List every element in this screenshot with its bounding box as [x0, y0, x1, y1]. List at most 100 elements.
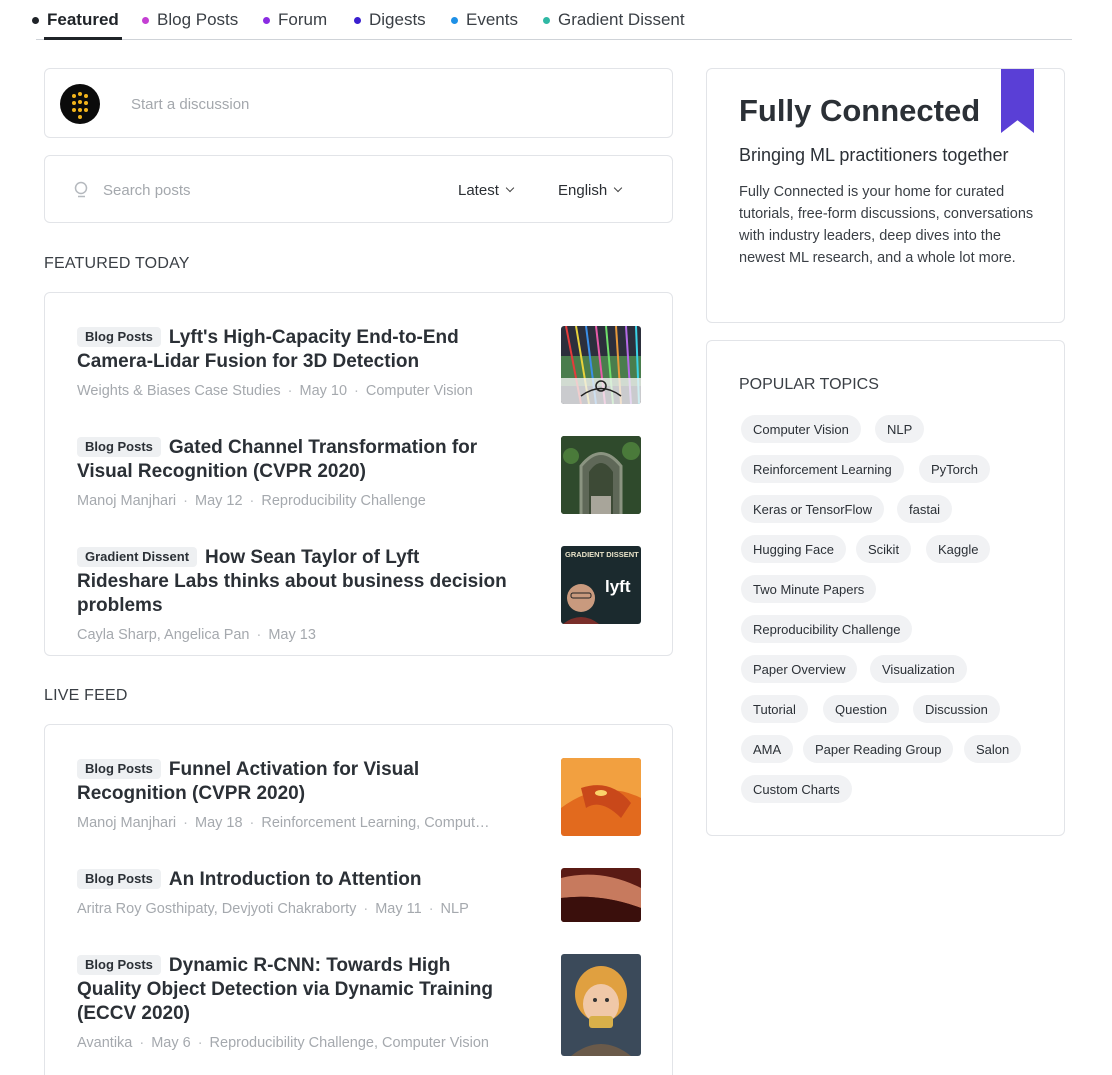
tab-forum[interactable]: Forum	[263, 0, 327, 40]
post-author[interactable]: Manoj Manjhari	[77, 493, 176, 509]
bookmark-ribbon-icon	[1001, 69, 1034, 133]
post-author[interactable]: Aritra Roy Gosthipaty, Devjyoti Chakrabo…	[77, 901, 356, 917]
topic-chip[interactable]: Kaggle	[926, 535, 991, 563]
post-title: Blog Posts Lyft's High-Capacity End-to-En…	[77, 326, 507, 374]
popular-topics-heading: POPULAR TOPICS	[739, 376, 879, 393]
list-item: Blog Posts Lyft's High-Capacity End-to-En…	[77, 326, 641, 404]
category-badge[interactable]: Blog Posts	[77, 327, 161, 347]
category-badge[interactable]: Blog Posts	[77, 759, 161, 779]
post-meta: Manoj Manjhari · May 12 · Reproducibility Ch…	[77, 493, 426, 509]
post-title: Blog Posts Funnel Activation for Visual R…	[77, 758, 507, 806]
category-badge[interactable]: Blog Posts	[77, 955, 161, 975]
list-item: Blog Posts Gated Channel Transformation f…	[77, 436, 641, 514]
post-topic[interactable]: Reproducibility Challenge	[261, 493, 425, 509]
tab-dot-icon	[543, 16, 550, 24]
topic-chip[interactable]: AMA	[741, 735, 794, 763]
tab-label: Blog Posts	[157, 10, 239, 29]
post-topic[interactable]: Reinforcement Learning, Comput…	[261, 815, 489, 831]
featured-today-heading: FEATURED TODAY	[44, 255, 190, 272]
post-topic[interactable]: Reproducibility Challenge, Computer Visi…	[210, 1035, 489, 1051]
tab-dot-icon	[451, 16, 458, 24]
post-title: Blog Posts Dynamic R-CNN: Towards High Qu…	[77, 954, 507, 1026]
avatar[interactable]	[60, 84, 100, 124]
post-thumbnail-image[interactable]: GRADIENT DISSENT lyft	[561, 546, 641, 624]
post-meta: Cayla Sharp, Angelica Pan · May 13	[77, 627, 316, 643]
topic-chip[interactable]: Tutorial	[741, 695, 808, 723]
topic-chip[interactable]: Keras or TensorFlow	[741, 495, 884, 523]
tab-label: Events	[466, 10, 518, 29]
post-thumbnail-image[interactable]	[561, 436, 641, 514]
post-thumbnail-image[interactable]	[561, 758, 641, 836]
topic-chip[interactable]: Computer Vision	[741, 415, 861, 443]
search-card: Latest English	[44, 155, 673, 223]
post-author[interactable]: Manoj Manjhari	[77, 815, 176, 831]
post-date: May 10	[299, 383, 348, 399]
tab-dot-icon	[354, 16, 361, 24]
post-date: May 18	[194, 815, 243, 831]
post-title: Gradient Dissent How Sean Taylor of Lyft …	[77, 546, 507, 618]
post-topic[interactable]: NLP	[441, 901, 469, 917]
tab-dot-icon	[142, 16, 149, 24]
language-dropdown[interactable]: English	[558, 178, 623, 202]
topic-chip[interactable]: Question	[823, 695, 900, 723]
post-title: Blog Posts An Introduction to Attention	[77, 868, 507, 892]
tab-label: Featured	[47, 10, 119, 29]
category-badge[interactable]: Blog Posts	[77, 869, 161, 889]
post-topic[interactable]: Computer Vision	[366, 383, 473, 399]
tab-gradient-dissent[interactable]: Gradient Dissent	[543, 0, 685, 40]
featured-today-card: Blog Posts Lyft's High-Capacity End-to-En…	[44, 292, 673, 656]
page-subtitle: Bringing ML practitioners together	[739, 145, 1009, 165]
list-item: Blog Posts An Introduction to Attention A…	[77, 868, 641, 922]
tab-featured[interactable]: Featured	[32, 0, 119, 40]
topic-chip[interactable]: Visualization	[870, 655, 967, 683]
chevron-down-icon	[613, 183, 623, 193]
post-title-link[interactable]: An Introduction to Attention	[169, 869, 422, 890]
tab-dot-icon	[32, 16, 39, 24]
post-author[interactable]: Weights & Biases Case Studies	[77, 383, 281, 399]
tab-label: Digests	[369, 10, 426, 29]
start-discussion-card	[44, 68, 673, 138]
topic-chip[interactable]: Scikit	[856, 535, 912, 563]
start-discussion-input[interactable]	[131, 87, 631, 121]
sort-dropdown[interactable]: Latest	[458, 178, 515, 202]
tab-label: Gradient Dissent	[558, 10, 685, 29]
category-tabs: Featured Blog Posts Forum Digests Events…	[32, 0, 1072, 40]
list-item: Gradient Dissent How Sean Taylor of Lyft …	[77, 546, 641, 645]
popular-topics-card: POPULAR TOPICS Computer Vision NLP Reinf…	[706, 340, 1065, 836]
post-thumbnail-image[interactable]	[561, 868, 641, 922]
post-title: Blog Posts Gated Channel Transformation f…	[77, 436, 507, 484]
post-date: May 6	[151, 1035, 191, 1051]
post-author[interactable]: Avantika	[77, 1035, 132, 1051]
language-value: English	[558, 181, 608, 199]
post-author[interactable]: Cayla Sharp, Angelica Pan	[77, 627, 250, 643]
category-badge[interactable]: Gradient Dissent	[77, 547, 198, 567]
live-feed-heading: LIVE FEED	[44, 687, 128, 704]
topic-chip[interactable]: Reproducibility Challenge	[741, 615, 913, 643]
post-meta: Aritra Roy Gosthipaty, Devjyoti Chakrabo…	[77, 901, 469, 917]
topic-chip[interactable]: PyTorch	[919, 455, 990, 483]
post-thumbnail-image[interactable]	[561, 326, 641, 404]
topic-chip[interactable]: Discussion	[913, 695, 1000, 723]
topic-chip[interactable]: Salon	[964, 735, 1022, 763]
topic-chip[interactable]: Reinforcement Learning	[741, 455, 904, 483]
search-input[interactable]	[103, 176, 403, 204]
topic-chip[interactable]: Custom Charts	[741, 775, 852, 803]
active-tab-indicator	[44, 37, 122, 40]
thumbnail-brand-text: lyft	[605, 577, 631, 596]
topic-chip[interactable]: Paper Reading Group	[803, 735, 954, 763]
thumbnail-top-text: GRADIENT DISSENT	[565, 550, 639, 559]
post-thumbnail-image[interactable]	[561, 954, 641, 1056]
tab-blog-posts[interactable]: Blog Posts	[142, 0, 238, 40]
topic-chip[interactable]: Paper Overview	[741, 655, 858, 683]
post-date: May 11	[375, 901, 422, 917]
search-icon	[74, 181, 88, 198]
topic-chip[interactable]: fastai	[897, 495, 953, 523]
category-badge[interactable]: Blog Posts	[77, 437, 161, 457]
topic-chip[interactable]: Hugging Face	[741, 535, 846, 563]
topic-chip[interactable]: NLP	[875, 415, 925, 443]
topic-chip[interactable]: Two Minute Papers	[741, 575, 877, 603]
tab-events[interactable]: Events	[451, 0, 518, 40]
live-feed-card: Blog Posts Funnel Activation for Visual R…	[44, 724, 673, 1075]
tab-digests[interactable]: Digests	[354, 0, 426, 40]
post-date: May 13	[268, 627, 316, 643]
